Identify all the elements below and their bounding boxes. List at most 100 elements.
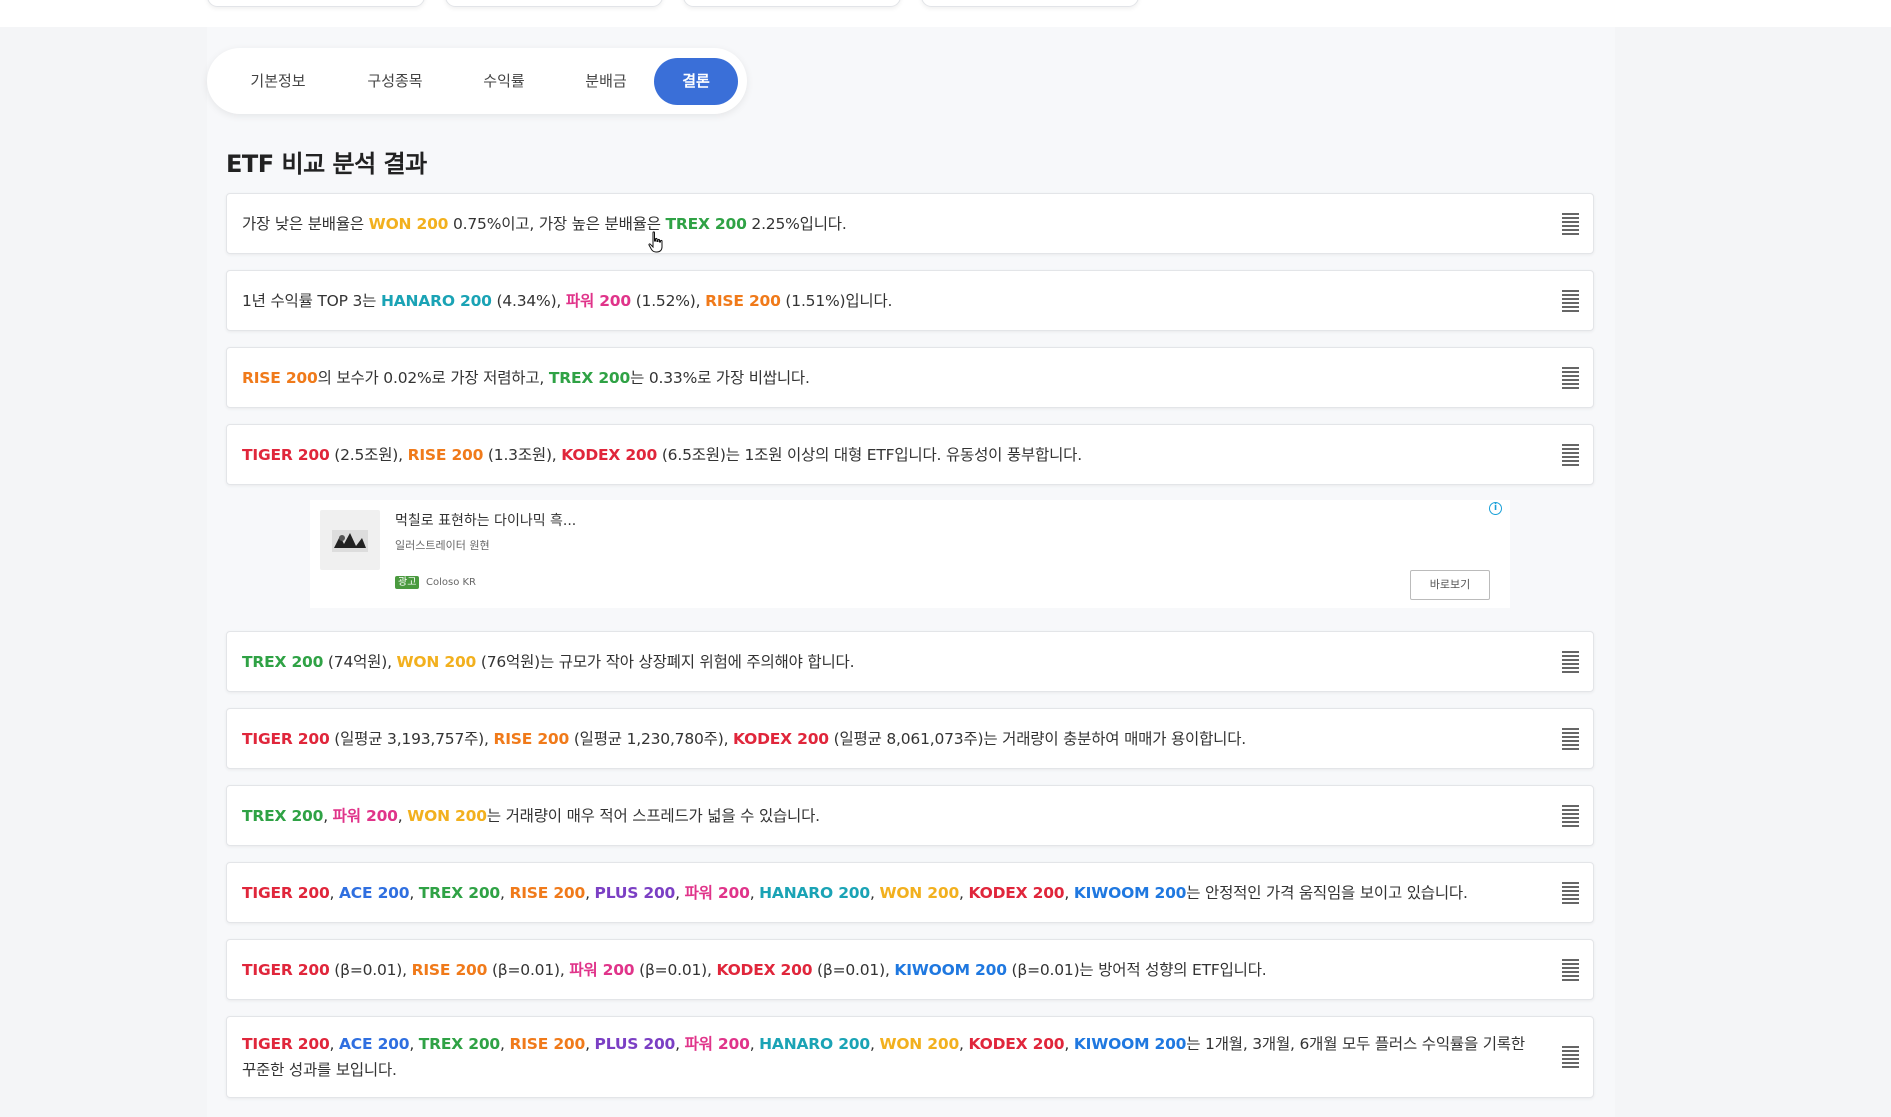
etf-name: RISE 200 <box>509 883 586 902</box>
tab-basic-info[interactable]: 기본정보 <box>225 58 331 105</box>
conclusion-text-segment: (β=0.01), <box>634 960 717 979</box>
etf-name: TREX 200 <box>418 883 500 902</box>
etf-name: KODEX 200 <box>733 729 829 748</box>
top-card[interactable] <box>445 0 663 7</box>
conclusion-text-segment: 는 안정적인 가격 움직임을 보이고 있습니다. <box>1186 883 1468 902</box>
list-menu-icon[interactable] <box>1562 804 1579 827</box>
etf-name: TREX 200 <box>548 368 631 387</box>
etf-name: KODEX 200 <box>968 1035 1065 1053</box>
etf-name: KIWOOM 200 <box>1073 883 1187 902</box>
etf-name: 파워 200 <box>684 1035 750 1053</box>
conclusion-card: 가장 낮은 분배율은 WON 200 0.75%이고, 가장 높은 분배율은 T… <box>226 193 1594 254</box>
list-menu-icon[interactable] <box>1562 958 1579 981</box>
etf-name: KODEX 200 <box>716 960 813 979</box>
conclusion-card: TREX 200 (74억원), WON 200 (76억원)는 규모가 작아 … <box>226 631 1594 692</box>
conclusion-text-segment: (일평균 3,193,757주), <box>329 729 494 748</box>
conclusion-card: TIGER 200 (2.5조원), RISE 200 (1.3조원), KOD… <box>226 424 1594 485</box>
etf-name: RISE 200 <box>242 368 318 387</box>
etf-name: RISE 200 <box>493 729 570 748</box>
etf-name: RISE 200 <box>705 291 781 310</box>
ad-title[interactable]: 먹칠로 표현하는 다이나믹 흑... <box>395 510 576 530</box>
page-title: ETF 비교 분석 결과 <box>226 150 427 178</box>
etf-name: TIGER 200 <box>242 1035 330 1053</box>
conclusion-text: RISE 200의 보수가 0.02%로 가장 저렴하고, TREX 200는 … <box>242 365 1537 391</box>
etf-name: PLUS 200 <box>594 883 676 902</box>
list-menu-icon[interactable] <box>1562 650 1579 673</box>
conclusion-text-segment: , <box>397 806 408 825</box>
ad-banner[interactable]: 먹칠로 표현하는 다이나믹 흑... 일러스트레이터 원현 광고 Coloso … <box>310 500 1510 608</box>
etf-name: KIWOOM 200 <box>894 960 1007 979</box>
conclusion-text-segment: , <box>585 883 595 902</box>
conclusion-text-segment: , <box>409 883 419 902</box>
conclusion-text-segment: , <box>1064 1035 1074 1053</box>
tab-bar: 기본정보 구성종목 수익률 분배금 결론 <box>207 48 747 114</box>
etf-name: HANARO 200 <box>759 1035 870 1053</box>
etf-name: ACE 200 <box>339 883 410 902</box>
conclusion-card: TREX 200, 파워 200, WON 200는 거래량이 매우 적어 스프… <box>226 785 1594 846</box>
conclusion-text-segment: (1.51%)입니다. <box>780 291 893 310</box>
etf-name: TREX 200 <box>242 806 324 825</box>
etf-name: 파워 200 <box>332 806 398 825</box>
list-menu-icon[interactable] <box>1562 1046 1579 1068</box>
etf-name: WON 200 <box>879 1035 960 1053</box>
etf-name: TREX 200 <box>418 1035 500 1053</box>
conclusion-text-segment: (β=0.01), <box>487 960 570 979</box>
tab-holdings[interactable]: 구성종목 <box>341 58 449 105</box>
conclusion-text-segment: (β=0.01), <box>812 960 895 979</box>
etf-name: RISE 200 <box>411 960 488 979</box>
top-card[interactable] <box>683 0 901 7</box>
conclusion-card: TIGER 200, ACE 200, TREX 200, RISE 200, … <box>226 1016 1594 1098</box>
conclusion-text-segment: , <box>323 806 333 825</box>
conclusion-card: RISE 200의 보수가 0.02%로 가장 저렴하고, TREX 200는 … <box>226 347 1594 408</box>
etf-name: 파워 200 <box>569 960 635 979</box>
conclusion-text-segment: , <box>959 1035 969 1053</box>
list-menu-icon[interactable] <box>1562 366 1579 389</box>
conclusion-text-segment: (76억원)는 규모가 작아 상장폐지 위험에 주의해야 합니다. <box>476 652 855 671</box>
ad-info-icon[interactable]: i <box>1489 502 1502 515</box>
conclusion-text: TIGER 200 (2.5조원), RISE 200 (1.3조원), KOD… <box>242 442 1537 468</box>
conclusion-card: TIGER 200 (일평균 3,193,757주), RISE 200 (일평… <box>226 708 1594 769</box>
top-card[interactable] <box>207 0 425 7</box>
conclusion-text-segment: , <box>675 883 685 902</box>
conclusion-text-segment: (74억원), <box>323 652 397 671</box>
list-menu-icon[interactable] <box>1562 289 1579 312</box>
etf-name: ACE 200 <box>339 1035 410 1053</box>
conclusion-card: TIGER 200, ACE 200, TREX 200, RISE 200, … <box>226 862 1594 923</box>
tab-returns[interactable]: 수익률 <box>459 58 549 105</box>
top-strip <box>0 0 1891 27</box>
list-menu-icon[interactable] <box>1562 212 1579 235</box>
conclusion-text-segment: , <box>959 883 969 902</box>
etf-name: KIWOOM 200 <box>1073 1035 1187 1053</box>
ad-sponsor: Coloso KR <box>426 577 477 588</box>
etf-name: 파워 200 <box>684 883 750 902</box>
conclusion-text-segment: (1.52%), <box>630 291 706 310</box>
conclusion-text-segment: , <box>749 883 760 902</box>
list-menu-icon[interactable] <box>1562 727 1579 750</box>
ad-thumbnail[interactable] <box>320 510 380 570</box>
etf-name: WON 200 <box>407 806 487 825</box>
conclusion-text-segment: 1년 수익률 TOP 3는 <box>242 291 381 310</box>
conclusion-text: TREX 200, 파워 200, WON 200는 거래량이 매우 적어 스프… <box>242 803 1537 829</box>
conclusion-text-segment: 2.25%입니다. <box>746 214 847 233</box>
conclusion-text-segment: (4.34%), <box>491 291 566 310</box>
conclusion-text: 가장 낮은 분배율은 WON 200 0.75%이고, 가장 높은 분배율은 T… <box>242 211 1537 237</box>
conclusion-text: TIGER 200, ACE 200, TREX 200, RISE 200, … <box>242 1031 1537 1083</box>
conclusion-text-segment: 는 거래량이 매우 적어 스프레드가 넓을 수 있습니다. <box>486 806 820 825</box>
etf-name: RISE 200 <box>509 1035 586 1053</box>
etf-name: TREX 200 <box>665 214 747 233</box>
list-menu-icon[interactable] <box>1562 881 1579 904</box>
etf-name: TIGER 200 <box>242 883 330 902</box>
top-card[interactable] <box>921 0 1139 7</box>
etf-name: WON 200 <box>396 652 477 671</box>
conclusion-text-segment: (1.3조원), <box>483 445 562 464</box>
list-menu-icon[interactable] <box>1562 443 1579 466</box>
etf-name: KODEX 200 <box>561 445 658 464</box>
ad-cta-button[interactable]: 바로보기 <box>1410 570 1490 600</box>
etf-name: TIGER 200 <box>242 960 330 979</box>
tab-dividends[interactable]: 분배금 <box>559 58 653 105</box>
conclusion-text: TIGER 200 (β=0.01), RISE 200 (β=0.01), 파… <box>242 957 1537 983</box>
etf-name: TIGER 200 <box>242 729 330 748</box>
tab-conclusion[interactable]: 결론 <box>654 58 738 105</box>
etf-name: 파워 200 <box>565 291 631 310</box>
etf-name: TREX 200 <box>242 652 324 671</box>
